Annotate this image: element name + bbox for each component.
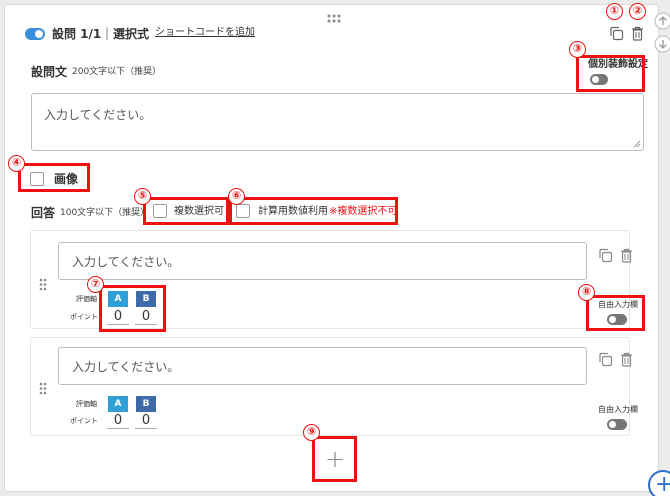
- annotation-marker-8: ⑧: [578, 284, 595, 301]
- question-type: 選択式: [113, 27, 150, 41]
- trash-icon[interactable]: [620, 352, 633, 367]
- drag-handle-icon[interactable]: [327, 14, 341, 24]
- arrow-down-icon[interactable]: [654, 35, 670, 53]
- points-label: ポイント: [70, 313, 98, 321]
- points-a-input[interactable]: 0: [107, 412, 129, 429]
- annotation-box-calc-value: [229, 197, 398, 225]
- resize-handle-icon[interactable]: [633, 140, 641, 148]
- answer-input[interactable]: 入力してください。: [58, 347, 587, 385]
- answer-placeholder: 入力してください。: [72, 360, 180, 374]
- annotation-box-add-answer: [312, 436, 357, 482]
- annotation-marker-1: ①: [606, 3, 623, 20]
- annotation-box-eval-points: [99, 285, 166, 332]
- add-question-button[interactable]: +: [648, 470, 670, 496]
- free-input-label: 自由入力欄: [598, 405, 638, 414]
- drag-handle-icon[interactable]: [39, 382, 47, 395]
- shortcode-link[interactable]: ショートコードを追加: [155, 28, 255, 38]
- points-label: ポイント: [70, 417, 98, 425]
- annotation-marker-7: ⑦: [87, 276, 104, 293]
- plus-icon: +: [655, 472, 670, 496]
- annotation-marker-2: ②: [629, 3, 646, 20]
- annotation-marker-4: ④: [8, 155, 25, 172]
- question-text-placeholder: 入力してください。: [44, 108, 152, 122]
- annotation-box-multi-select: [143, 197, 229, 225]
- eval-a-button[interactable]: A: [108, 396, 128, 412]
- header-separator: |: [105, 26, 110, 40]
- question-text-label: 設問文: [31, 65, 68, 79]
- annotation-marker-3: ③: [569, 41, 586, 58]
- eval-axis-label: 評価軸: [76, 400, 97, 408]
- question-enabled-toggle[interactable]: [25, 28, 45, 40]
- answer-input[interactable]: 入力してください。: [58, 242, 587, 280]
- copy-icon[interactable]: [609, 26, 624, 41]
- annotation-marker-9: ⑨: [303, 424, 320, 441]
- trash-icon[interactable]: [620, 248, 633, 263]
- trash-icon[interactable]: [631, 26, 644, 41]
- answers-label: 回答: [31, 206, 56, 220]
- question-text-hint: 200文字以下（推奨）: [72, 67, 162, 77]
- answers-hint: 100文字以下（推奨）: [60, 208, 150, 218]
- annotation-box-image: [18, 163, 90, 192]
- arrow-up-icon[interactable]: [654, 12, 670, 30]
- answer-placeholder: 入力してください。: [72, 255, 180, 269]
- eval-b-button[interactable]: B: [136, 396, 156, 412]
- free-input-toggle[interactable]: [607, 419, 627, 430]
- annotation-marker-6: ⑥: [228, 188, 245, 205]
- annotation-box-free-input: [586, 295, 645, 331]
- annotation-marker-5: ⑤: [134, 188, 151, 205]
- copy-icon[interactable]: [598, 248, 613, 263]
- copy-icon[interactable]: [598, 352, 613, 367]
- question-label: 設問 1/1: [52, 27, 102, 41]
- eval-axis-label: 評価軸: [76, 295, 97, 303]
- annotation-box-decoration: [576, 55, 645, 92]
- question-text-input[interactable]: 入力してください。: [31, 93, 644, 151]
- points-b-input[interactable]: 0: [135, 412, 157, 429]
- drag-handle-icon[interactable]: [39, 278, 47, 291]
